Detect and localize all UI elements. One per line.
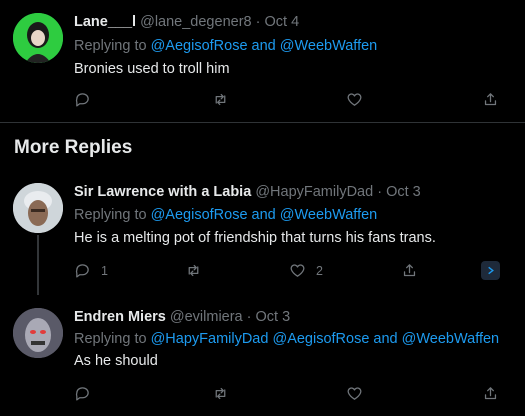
tweet-text: Bronies used to troll him [74,61,230,77]
replying-to: Replying to @AegisofRose and @WeebWaffen [74,207,377,223]
reply-button[interactable] [74,385,91,402]
heart-icon [290,264,305,277]
tweet-text: He is a melting pot of friendship that t… [74,230,436,246]
replying-to: Replying to @HapyFamilyDad @AegisofRose … [74,331,499,347]
heart-icon [347,387,362,400]
like-button[interactable]: 2 [289,262,323,279]
reply-icon [75,264,89,278]
retweet-icon [188,264,199,277]
tweet-endren[interactable]: Endren Miers @evilmiera · Oct 3 Replying… [0,295,525,416]
retweet-button[interactable] [212,385,229,402]
retweet-icon [215,387,226,400]
retweet-button[interactable] [185,262,202,279]
promote-icon [488,266,494,275]
share-icon [403,264,416,277]
retweet-button[interactable] [212,91,229,108]
tweet-header: Sir Lawrence with a Labia @HapyFamilyDad… [74,184,421,200]
share-button[interactable] [482,385,499,402]
divider [0,122,525,123]
separator: · [377,184,383,200]
avatar[interactable] [13,183,63,233]
display-name[interactable]: Lane___l [74,14,136,30]
handle[interactable]: @evilmiera [170,309,243,325]
replying-prefix: Replying to [74,38,147,54]
tweet-sir-lawrence[interactable]: Sir Lawrence with a Labia @HapyFamilyDad… [0,170,525,290]
action-bar [74,385,514,407]
share-button[interactable] [482,91,499,108]
mention-links[interactable]: @AegisofRose and @WeebWaffen [151,207,378,223]
action-bar: 1 2 [74,262,514,284]
retweet-icon [215,93,226,106]
action-bar [74,91,514,113]
section-title: More Replies [14,137,133,158]
reply-count: 1 [101,263,108,278]
replying-to: Replying to @AegisofRose and @WeebWaffen [74,38,377,54]
reply-button[interactable]: 1 [74,262,108,279]
display-name[interactable]: Sir Lawrence with a Labia [74,184,251,200]
display-name[interactable]: Endren Miers [74,309,166,325]
share-icon [484,93,497,106]
separator: · [246,309,252,325]
timestamp[interactable]: Oct 3 [386,184,421,200]
avatar[interactable] [13,13,63,63]
thread-connector [37,235,39,295]
share-icon [484,387,497,400]
tweet-header: Endren Miers @evilmiera · Oct 3 [74,309,290,325]
share-button[interactable] [401,262,418,279]
tweet-header: Lane___l @lane_degener8 · Oct 4 [74,14,299,30]
avatar[interactable] [13,308,63,358]
handle[interactable]: @lane_degener8 [140,14,251,30]
timestamp[interactable]: Oct 4 [265,14,300,30]
reply-icon [75,93,89,107]
reply-icon [75,387,89,401]
like-count: 2 [316,263,323,278]
heart-icon [347,93,362,106]
separator: · [255,14,261,30]
tweet-lane[interactable]: Lane___l @lane_degener8 · Oct 4 Replying… [0,0,525,122]
promote-button[interactable] [481,261,500,280]
tweet-text: As he should [74,353,158,369]
timestamp[interactable]: Oct 3 [256,309,291,325]
replying-prefix: Replying to [74,207,147,223]
reply-button[interactable] [74,91,91,108]
replying-prefix: Replying to [74,331,147,347]
like-button[interactable] [346,91,363,108]
mention-links[interactable]: @AegisofRose and @WeebWaffen [151,38,378,54]
handle[interactable]: @HapyFamilyDad [255,184,373,200]
mention-links[interactable]: @HapyFamilyDad @AegisofRose and @WeebWaf… [151,331,500,347]
like-button[interactable] [346,385,363,402]
